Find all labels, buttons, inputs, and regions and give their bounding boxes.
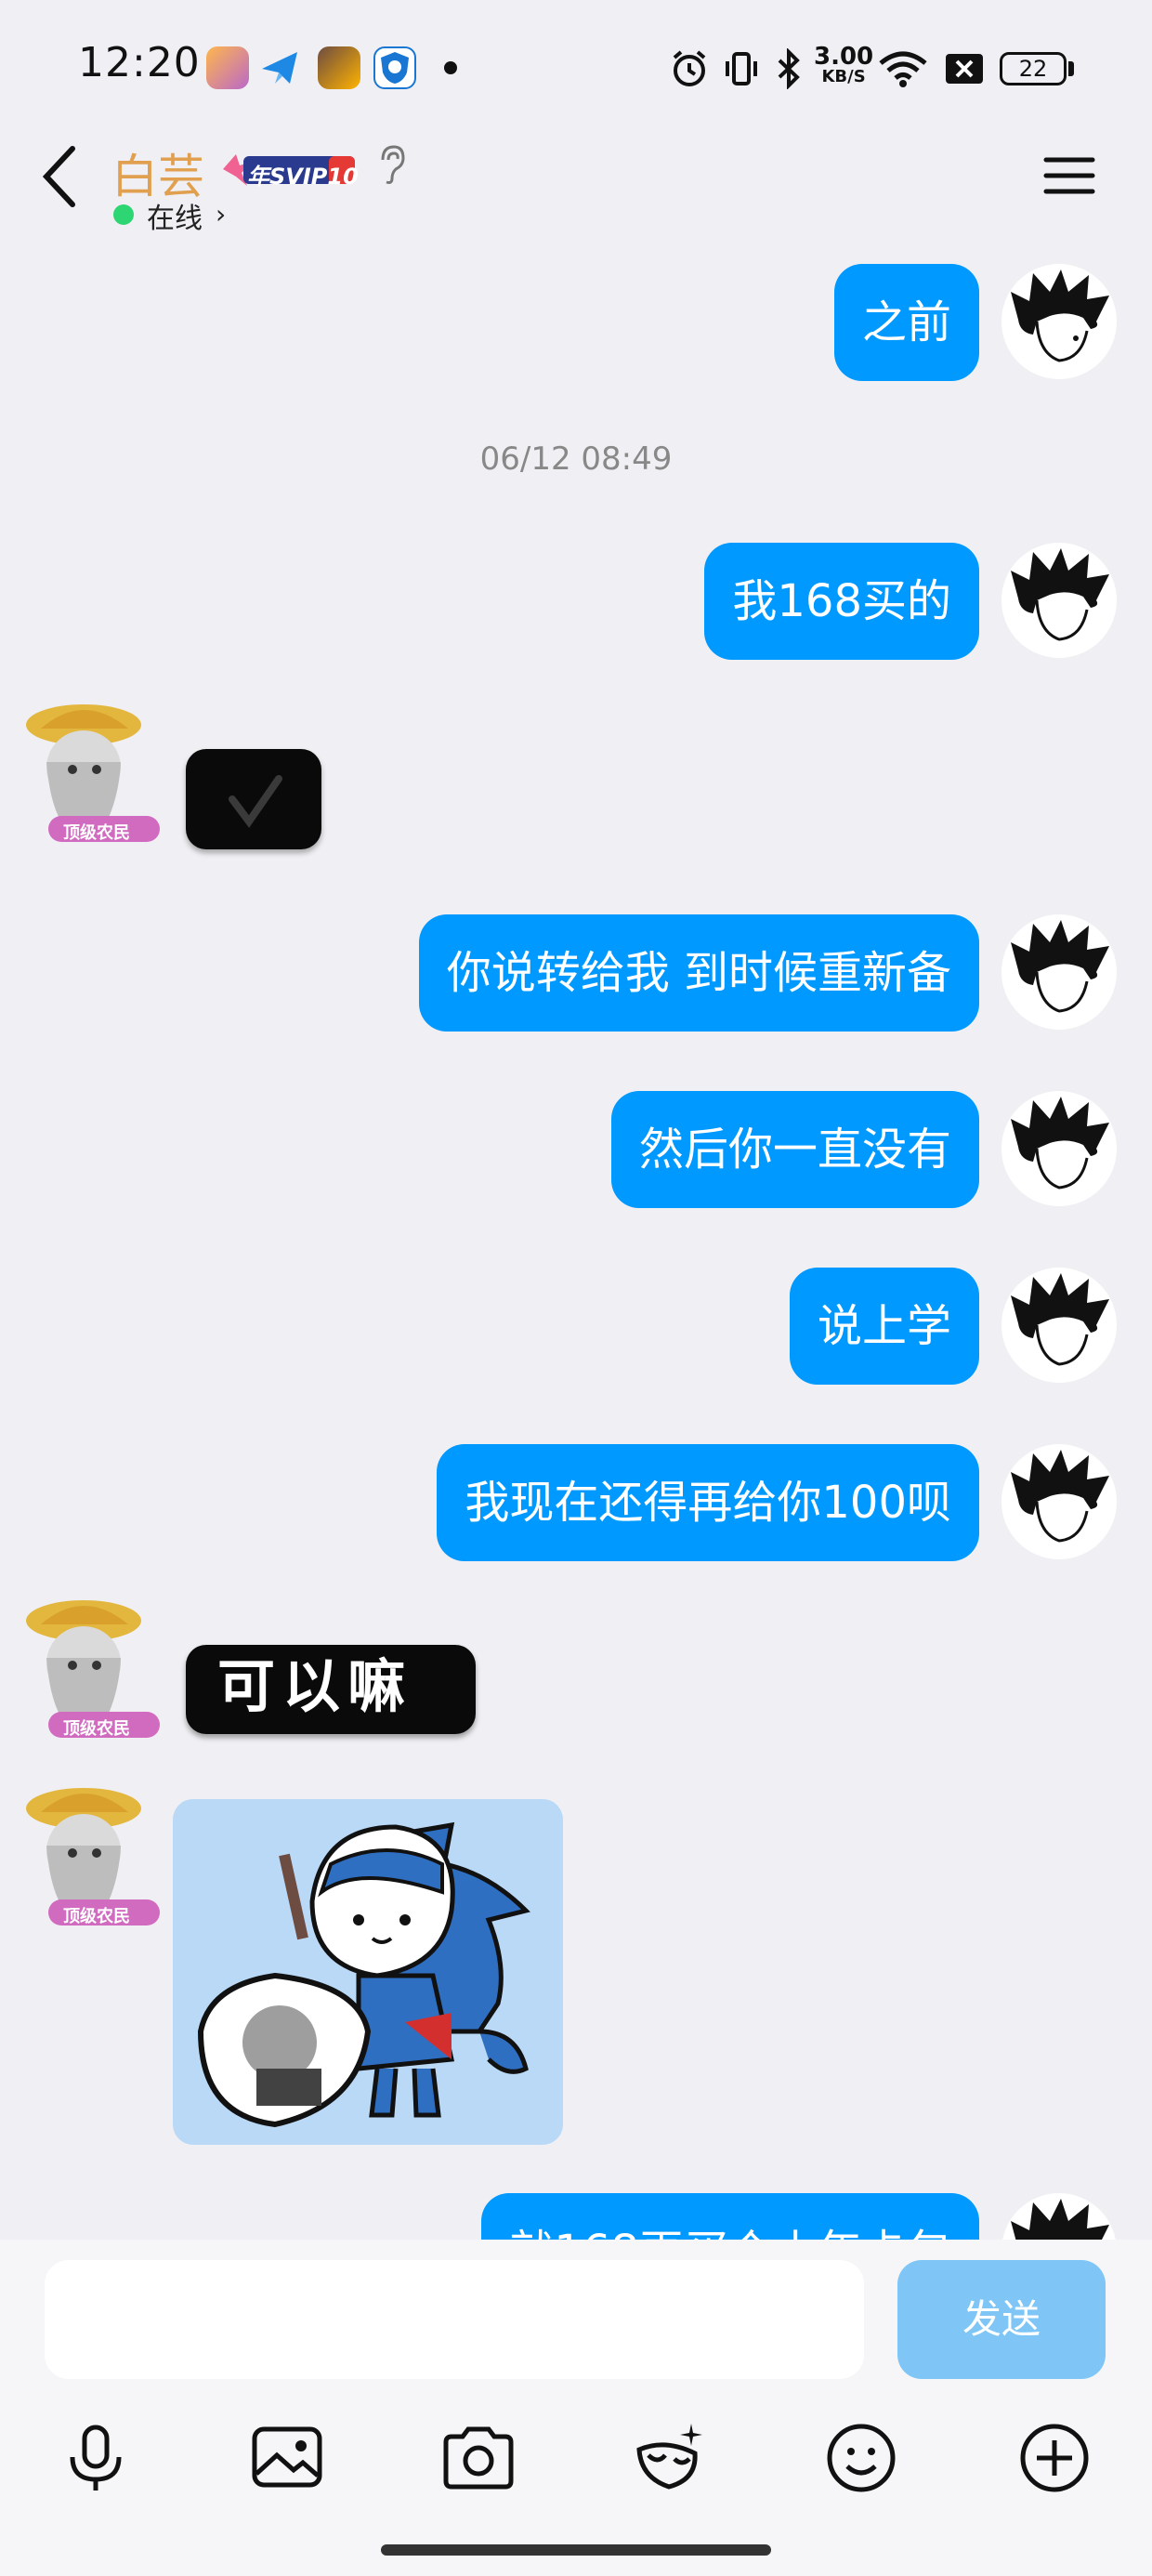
contact-avatar[interactable]: 顶级农民: [19, 697, 167, 846]
filter-button[interactable]: [628, 2416, 712, 2500]
outgoing-message[interactable]: 就168再买个小年卡包: [481, 2193, 979, 2240]
message-input[interactable]: [45, 2260, 864, 2379]
message-list[interactable]: 之前 06/12 08:49 我168买的 顶级农民 你说转给我 到时候重新备 …: [0, 242, 1152, 2240]
emoji-icon: [827, 2424, 896, 2492]
clock: 12:20: [78, 39, 201, 86]
avatar[interactable]: [1001, 914, 1117, 1030]
chat-header: 白芸 年SVIP10 在线 ›: [0, 139, 1152, 242]
status-bar: 12:20 3.00 KB/S 22: [0, 0, 1152, 139]
hamburger-menu-icon: [1043, 157, 1095, 194]
online-status-text[interactable]: 在线: [147, 195, 203, 236]
battery-indicator: 22: [1000, 52, 1067, 85]
chevron-left-icon: [42, 146, 75, 207]
plus-icon: [1020, 2424, 1089, 2492]
contact-badge-text: 顶级农民: [63, 1719, 130, 1739]
composer: 发送: [0, 2240, 1152, 2576]
camera-button[interactable]: [437, 2416, 520, 2500]
text-sticker[interactable]: 可以嘛: [186, 1645, 476, 1734]
image-icon: [252, 2426, 322, 2488]
avatar[interactable]: [1001, 264, 1117, 379]
outgoing-message[interactable]: 说上学: [789, 1268, 979, 1385]
outgoing-message[interactable]: 我现在还得再给你100呗: [437, 1444, 979, 1561]
message-timestamp: 06/12 08:49: [479, 440, 673, 478]
contact-avatar[interactable]: 顶级农民: [19, 1781, 167, 1929]
check-sticker[interactable]: [186, 749, 321, 849]
emoji-button[interactable]: [819, 2416, 903, 2500]
contact-badge-text: 顶级农民: [63, 1907, 130, 1926]
game-app-notification-icon: [318, 46, 360, 89]
outgoing-message[interactable]: 然后你一直没有: [610, 1091, 979, 1208]
back-button[interactable]: [37, 143, 84, 208]
image-sticker[interactable]: [173, 1799, 563, 2145]
menu-button[interactable]: [1042, 152, 1096, 199]
camera-icon: [443, 2426, 514, 2490]
bluetooth-icon: [775, 47, 803, 93]
contact-avatar[interactable]: 顶级农民: [19, 1593, 167, 1741]
more-button[interactable]: [1013, 2416, 1096, 2500]
more-notifications-dot: [444, 61, 457, 74]
contact-badge-text: 顶级农民: [63, 823, 130, 843]
wifi-icon: [877, 48, 929, 93]
vibrate-icon: [723, 48, 760, 93]
battery-tip: [1068, 61, 1074, 76]
avatar[interactable]: [1001, 1091, 1117, 1206]
chat-screen: 12:20 3.00 KB/S 22 白芸 年SVIP10 在线 › 之前 06…: [0, 0, 1152, 2576]
avatar[interactable]: [1001, 543, 1117, 658]
app-notification-icon: [206, 46, 249, 89]
svip-badge[interactable]: 年SVIP10: [219, 149, 359, 190]
filter-icon: [636, 2424, 702, 2490]
plane-app-notification-icon: [258, 46, 301, 89]
outgoing-message[interactable]: 之前: [833, 264, 979, 381]
gallery-button[interactable]: [245, 2416, 329, 2500]
outgoing-message[interactable]: 你说转给我 到时候重新备: [418, 914, 979, 1032]
ear-icon[interactable]: [375, 143, 407, 190]
chevron-right-icon[interactable]: ›: [216, 199, 226, 230]
send-button[interactable]: 发送: [897, 2260, 1106, 2379]
no-sim-icon: [944, 48, 985, 93]
avatar[interactable]: [1001, 2193, 1117, 2240]
outgoing-message[interactable]: 我168买的: [704, 543, 979, 660]
svip-badge-text: 年SVIP10: [247, 164, 359, 190]
avatar[interactable]: [1001, 1444, 1117, 1559]
security-app-notification-icon: [373, 46, 416, 89]
shark-girl-sticker-image: [197, 1821, 530, 2128]
microphone-icon: [70, 2425, 122, 2491]
checkmark-icon: [229, 775, 282, 828]
online-status-dot: [113, 204, 134, 225]
network-speed: 3.00 KB/S: [814, 43, 874, 86]
voice-button[interactable]: [54, 2416, 137, 2500]
alarm-icon: [669, 48, 710, 93]
home-indicator[interactable]: [381, 2544, 771, 2556]
avatar[interactable]: [1001, 1268, 1117, 1383]
